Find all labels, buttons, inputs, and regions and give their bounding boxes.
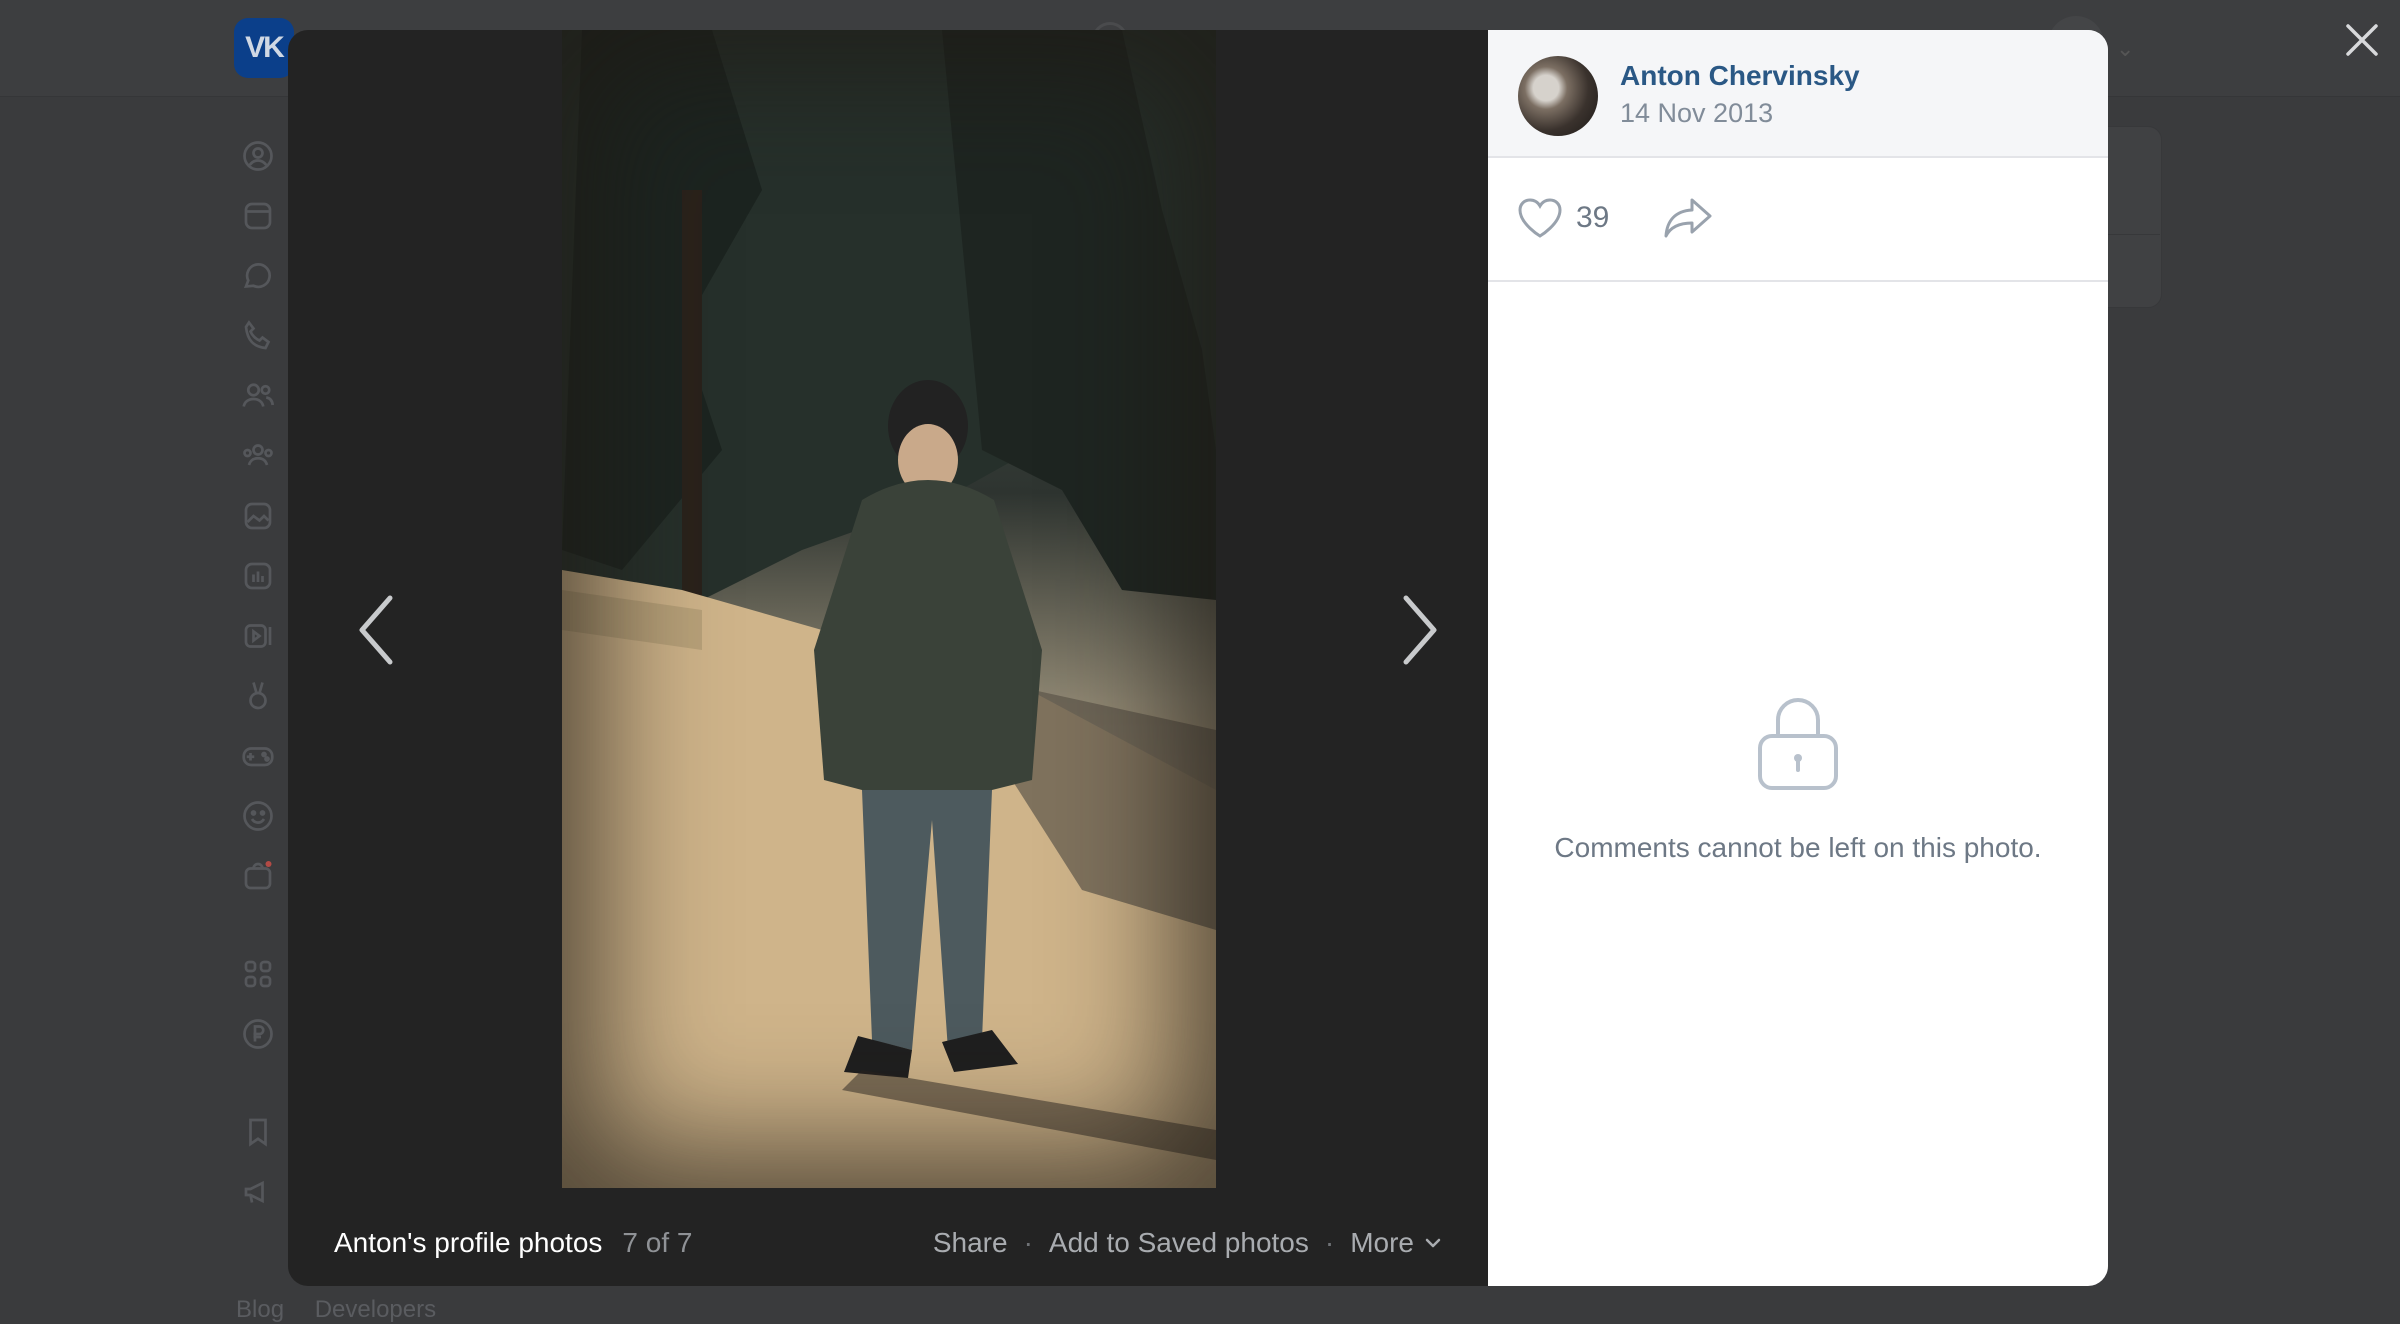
photos-icon[interactable]: [238, 496, 278, 536]
bookmarks-icon[interactable]: [238, 1112, 278, 1152]
music-icon[interactable]: [238, 556, 278, 596]
services-icon[interactable]: [238, 954, 278, 994]
share-link[interactable]: Share: [933, 1227, 1008, 1259]
more-menu-button[interactable]: More: [1350, 1227, 1442, 1259]
stickers-icon[interactable]: [238, 796, 278, 836]
photo-viewer: Anton's profile photos 7 of 7 Share · Ad…: [288, 30, 2108, 1286]
album-title-link[interactable]: Anton's profile photos: [334, 1227, 602, 1259]
footer-links: Blog Developers: [236, 1296, 460, 1324]
separator-dot: ·: [1023, 1227, 1033, 1258]
author-header: Anton Chervinsky 14 Nov 2013: [1488, 30, 2108, 158]
lock-icon: [1758, 698, 1838, 790]
header-chevron-down-icon[interactable]: ⌄: [2116, 36, 2134, 62]
next-photo-button[interactable]: [1378, 570, 1458, 690]
add-to-saved-link[interactable]: Add to Saved photos: [1049, 1227, 1309, 1259]
vk-logo[interactable]: VK: [234, 18, 294, 78]
close-icon: [2346, 24, 2378, 56]
photo-caption: Anton's profile photos 7 of 7: [334, 1218, 692, 1268]
author-name-link[interactable]: Anton Chervinsky: [1620, 60, 1860, 92]
friends-icon[interactable]: [238, 376, 278, 416]
share-arrow-icon: [1664, 198, 1712, 238]
calls-icon[interactable]: [238, 316, 278, 356]
author-avatar[interactable]: [1518, 56, 1598, 136]
chevron-right-icon: [1403, 595, 1437, 665]
chevron-left-icon: [359, 595, 393, 665]
footer-link-blog[interactable]: Blog: [236, 1296, 284, 1323]
market-icon[interactable]: [238, 856, 278, 896]
like-count: 39: [1576, 201, 1610, 234]
reactions-bar: 39: [1488, 158, 2108, 282]
payments-icon[interactable]: [238, 1014, 278, 1054]
separator-dot: ·: [1324, 1227, 1335, 1258]
comments-locked-notice: Comments cannot be left on this photo.: [1488, 694, 2108, 864]
video-icon[interactable]: [238, 616, 278, 656]
previous-photo-button[interactable]: [338, 570, 418, 690]
photo-actions: Share · Add to Saved photos · More: [933, 1218, 1442, 1268]
communities-icon[interactable]: [238, 436, 278, 476]
photo-pane: Anton's profile photos 7 of 7 Share · Ad…: [288, 30, 1488, 1286]
comments-locked-text: Comments cannot be left on this photo.: [1554, 832, 2042, 863]
footer-link-developers[interactable]: Developers: [315, 1296, 436, 1323]
clips-icon[interactable]: [238, 676, 278, 716]
chevron-down-icon: [1425, 1238, 1441, 1248]
heart-icon: [1518, 198, 1562, 238]
close-viewer-button[interactable]: [2336, 14, 2388, 66]
like-button[interactable]: 39: [1516, 196, 1609, 240]
photo[interactable]: [562, 30, 1216, 1188]
photo-counter: 7 of 7: [622, 1227, 693, 1258]
share-button[interactable]: [1662, 194, 1714, 247]
messages-icon[interactable]: [238, 256, 278, 296]
profile-icon[interactable]: [238, 136, 278, 176]
more-label: More: [1350, 1227, 1414, 1258]
games-icon[interactable]: [238, 736, 278, 776]
advertising-icon[interactable]: [238, 1172, 278, 1212]
photo-date: 14 Nov 2013: [1620, 98, 1774, 128]
photo-info-pane: Anton Chervinsky 14 Nov 2013 39 Comments…: [1488, 30, 2108, 1286]
news-icon[interactable]: [238, 196, 278, 236]
